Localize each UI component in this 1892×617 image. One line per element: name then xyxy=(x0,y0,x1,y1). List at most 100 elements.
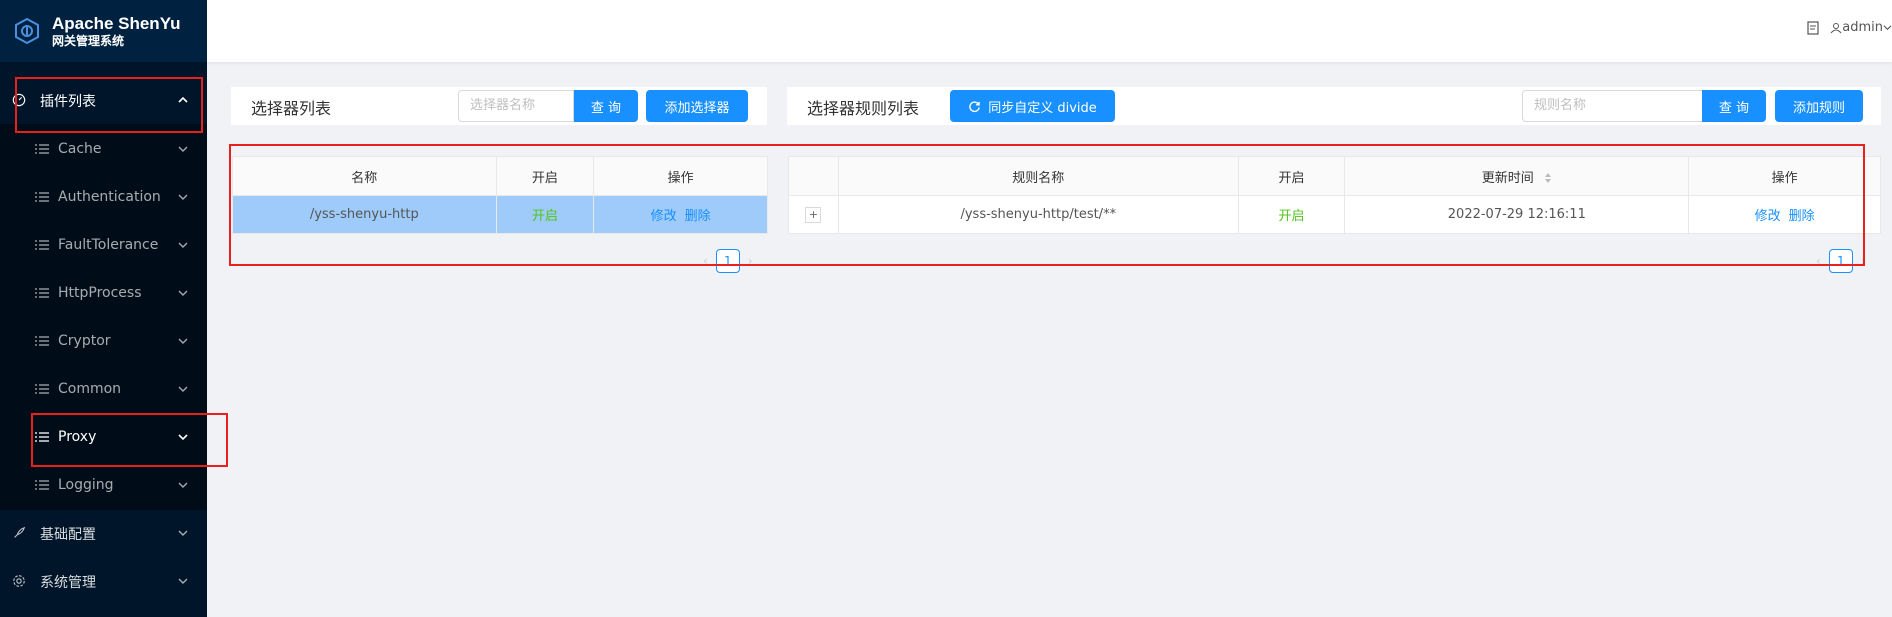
sidebar-item-logging[interactable]: Logging xyxy=(0,461,207,509)
shenyu-logo-icon xyxy=(15,17,39,45)
selector-query-button[interactable]: 查 询 xyxy=(574,90,638,122)
rule-name: /yss-shenyu-http/test/** xyxy=(837,195,1239,234)
menu-plugin-list[interactable]: 插件列表 xyxy=(0,77,207,125)
page-number[interactable]: 1 xyxy=(1828,249,1853,273)
sidebar-item-cache[interactable]: Cache xyxy=(0,125,207,173)
chevron-down-icon xyxy=(178,146,188,152)
list-icon xyxy=(35,335,49,347)
username: admin xyxy=(1842,20,1883,35)
col-name: 名称 xyxy=(232,156,497,196)
sidebar-item-faulttolerance[interactable]: FaultTolerance xyxy=(0,221,207,269)
sync-divide-button[interactable]: 同步自定义 divide xyxy=(950,90,1115,122)
doc-icon[interactable] xyxy=(1806,20,1820,35)
sidebar-item-common[interactable]: Common xyxy=(0,365,207,413)
edit-rule-link[interactable]: 修改 xyxy=(1755,209,1781,224)
col-enabled: 开启 xyxy=(495,156,595,196)
selector-panel-title: 选择器列表 xyxy=(251,99,332,118)
chevron-down-icon xyxy=(178,338,188,344)
selector-search-input[interactable]: 选择器名称 xyxy=(458,90,574,122)
user-menu[interactable]: admin xyxy=(1830,20,1892,35)
table-row[interactable]: /yss-shenyu-http 开启 修改 删除 xyxy=(232,195,768,234)
sidebar-item-cryptor[interactable]: Cryptor xyxy=(0,317,207,365)
next-page-icon[interactable]: › xyxy=(748,254,753,268)
delete-rule-link[interactable]: 删除 xyxy=(1789,209,1815,224)
prev-page-icon[interactable]: ‹ xyxy=(1816,254,1821,268)
sidebar-item-authentication[interactable]: Authentication xyxy=(0,173,207,221)
list-icon xyxy=(35,479,49,491)
rule-query-button[interactable]: 查 询 xyxy=(1702,90,1766,122)
delete-selector-link[interactable]: 删除 xyxy=(685,209,711,224)
rocket-icon xyxy=(12,526,28,542)
col-updated[interactable]: 更新时间 xyxy=(1344,156,1690,196)
rule-updated: 2022-07-29 12:16:11 xyxy=(1344,195,1690,234)
rule-panel-title: 选择器规则列表 xyxy=(807,99,920,118)
sync-divide-label: 同步自定义 divide xyxy=(988,100,1097,116)
logo: Apache ShenYu 网关管理系统 xyxy=(0,0,207,62)
add-rule-button[interactable]: 添加规则 xyxy=(1775,90,1863,122)
menu-basic-config[interactable]: 基础配置 xyxy=(0,510,207,558)
sidebar-item-label: Common xyxy=(58,381,122,397)
list-icon xyxy=(35,143,49,155)
chevron-down-icon xyxy=(178,242,188,248)
chevron-down-icon xyxy=(178,194,188,200)
chevron-down-icon xyxy=(178,530,188,536)
rule-table: 规则名称 开启 更新时间 操作 + /yss-shenyu-http/test/… xyxy=(788,156,1881,234)
selector-toolbar: 选择器列表 选择器名称 查 询 添加选择器 xyxy=(231,87,767,125)
selector-enabled: 开启 xyxy=(495,195,595,234)
col-actions: 操作 xyxy=(593,156,768,196)
list-icon xyxy=(35,431,49,443)
rule-search-input[interactable]: 规则名称 xyxy=(1522,90,1703,122)
list-icon xyxy=(35,239,49,251)
col-updated-label: 更新时间 xyxy=(1481,170,1534,186)
user-icon xyxy=(1830,22,1842,33)
edit-selector-link[interactable]: 修改 xyxy=(651,209,677,224)
chevron-up-icon xyxy=(178,96,188,103)
list-icon xyxy=(35,383,49,395)
col-rule-name: 规则名称 xyxy=(837,156,1239,196)
chevron-down-icon xyxy=(178,290,188,296)
next-page-icon[interactable]: › xyxy=(1861,254,1866,268)
menu-system-manage[interactable]: 系统管理 xyxy=(0,558,207,606)
menu-basic-config-label: 基础配置 xyxy=(40,527,96,543)
chevron-down-icon xyxy=(178,578,188,584)
selector-table: 名称 开启 操作 /yss-shenyu-http 开启 修改 删除 xyxy=(232,156,768,234)
sidebar-item-proxy[interactable]: Proxy xyxy=(0,413,207,461)
rule-actions: 修改 删除 xyxy=(1688,195,1881,234)
chevron-down-icon xyxy=(178,386,188,392)
add-selector-button[interactable]: 添加选择器 xyxy=(646,90,748,122)
rule-enabled: 开启 xyxy=(1237,195,1346,234)
app-title: Apache ShenYu xyxy=(52,13,181,33)
chevron-down-icon xyxy=(1883,25,1892,31)
col-actions: 操作 xyxy=(1688,156,1881,196)
chevron-down-icon xyxy=(178,482,188,488)
sync-icon xyxy=(969,100,981,112)
menu-system-manage-label: 系统管理 xyxy=(40,575,96,591)
col-expand xyxy=(788,156,839,196)
dashboard-icon xyxy=(12,93,28,109)
sidebar-item-label: Authentication xyxy=(58,189,161,205)
col-enabled: 开启 xyxy=(1237,156,1346,196)
sidebar: Apache ShenYu 网关管理系统 插件列表 Cache Authenti… xyxy=(0,0,207,617)
prev-page-icon[interactable]: ‹ xyxy=(703,254,708,268)
sort-icon xyxy=(1544,173,1551,183)
page-number[interactable]: 1 xyxy=(715,249,740,273)
sidebar-item-label: Cache xyxy=(58,141,102,157)
selector-pagination: ‹ 1 › xyxy=(703,249,753,273)
expand-cell: + xyxy=(788,195,839,234)
app-subtitle: 网关管理系统 xyxy=(52,33,125,48)
menu-plugin-list-label: 插件列表 xyxy=(40,94,96,110)
sidebar-item-label: HttpProcess xyxy=(58,285,142,301)
setting-icon xyxy=(12,574,28,590)
table-row[interactable]: + /yss-shenyu-http/test/** 开启 2022-07-29… xyxy=(788,195,1881,234)
sidebar-item-label: FaultTolerance xyxy=(58,237,159,253)
top-header: admin xyxy=(207,0,1892,62)
selector-name: /yss-shenyu-http xyxy=(232,195,497,234)
rule-pagination: ‹ 1 › xyxy=(1816,249,1866,273)
list-icon xyxy=(35,191,49,203)
list-icon xyxy=(35,287,49,299)
chevron-down-icon xyxy=(178,434,188,441)
sidebar-item-httpprocess[interactable]: HttpProcess xyxy=(0,269,207,317)
selector-actions: 修改 删除 xyxy=(593,195,768,234)
sidebar-item-label: Proxy xyxy=(58,429,97,445)
expand-row-button[interactable]: + xyxy=(805,206,822,223)
